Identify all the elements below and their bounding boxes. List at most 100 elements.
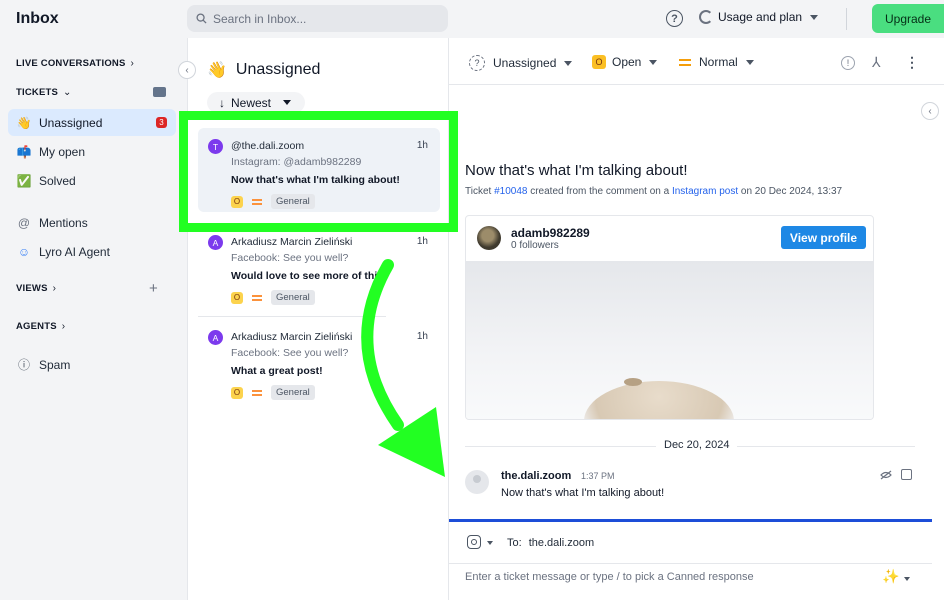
sidebar-live-conversations-label: LIVE CONVERSATIONS xyxy=(16,58,126,69)
avatar: A xyxy=(208,235,223,250)
priority-label: Normal xyxy=(699,55,738,69)
search-icon xyxy=(196,13,207,24)
chevron-right-icon: › xyxy=(61,321,66,332)
chevron-down-icon[interactable] xyxy=(487,541,493,545)
ticket-icon[interactable] xyxy=(153,87,166,97)
highlight-box xyxy=(179,111,458,232)
magic-wand-icon[interactable]: ✨ xyxy=(882,568,899,585)
merge-icon[interactable]: ⅄ xyxy=(872,54,881,71)
ticket-time: 1h xyxy=(416,236,428,247)
annotation-arrow xyxy=(361,259,445,477)
sidebar-item-label: My open xyxy=(39,144,86,159)
chevron-down-icon xyxy=(745,59,754,65)
status-dropdown[interactable]: O Open xyxy=(592,55,658,69)
open-external-icon[interactable] xyxy=(901,469,912,480)
list-title-text: Unassigned xyxy=(235,61,321,78)
unassigned-icon: ? xyxy=(469,55,485,71)
list-title: 👋 Unassigned xyxy=(207,60,320,80)
post-followers: 0 followers xyxy=(511,240,559,251)
ticket-id-link[interactable]: #10048 xyxy=(494,186,527,197)
chevron-down-icon[interactable] xyxy=(904,577,910,581)
instagram-post-link[interactable]: Instagram post xyxy=(672,186,738,197)
ticket-toolbar: ? Unassigned O Open Normal ! ⅄ ⋮ xyxy=(449,38,944,85)
chevron-down-icon xyxy=(564,60,573,66)
search-placeholder: Search in Inbox... xyxy=(213,11,307,26)
hide-icon[interactable] xyxy=(880,470,892,483)
robot-icon: ☺ xyxy=(17,244,31,259)
post-image xyxy=(466,261,873,419)
sidebar-live-conversations[interactable]: LIVE CONVERSATIONS › xyxy=(16,58,134,69)
view-profile-button[interactable]: View profile xyxy=(781,226,866,249)
collapse-sidebar-button[interactable]: ‹ xyxy=(178,61,196,79)
instagram-post-card: adamb982289 0 followers View profile xyxy=(465,215,874,420)
status-badge: O xyxy=(231,386,243,399)
ticket-message: What a great post! xyxy=(231,365,323,377)
to-label: To: xyxy=(507,537,522,549)
post-image-subject xyxy=(584,381,734,419)
ticket-tags: O General xyxy=(231,385,315,400)
to-value: the.dali.zoom xyxy=(528,537,595,549)
app-title: Inbox xyxy=(16,10,59,27)
avatar: A xyxy=(208,330,223,345)
message-author: the.dali.zoom xyxy=(501,470,572,482)
avatar xyxy=(465,470,489,494)
help-icon[interactable]: ? xyxy=(666,10,683,27)
sidebar-item-mentions[interactable]: @ Mentions xyxy=(8,209,176,236)
sidebar-agents[interactable]: AGENTS › xyxy=(16,321,65,332)
tag-badge: General xyxy=(271,385,315,400)
check-icon: ✅ xyxy=(16,173,32,188)
assignee-label: Unassigned xyxy=(493,56,557,70)
priority-normal-icon xyxy=(252,294,262,301)
add-view-icon[interactable]: + xyxy=(149,280,158,297)
priority-normal-icon xyxy=(252,389,262,396)
ticket-meta-middle: created from the comment on a xyxy=(527,186,672,197)
chevron-down-icon xyxy=(810,14,819,20)
message-input[interactable] xyxy=(465,571,865,583)
status-open-icon: O xyxy=(592,55,606,69)
info-icon[interactable]: ! xyxy=(841,56,855,70)
search-input[interactable]: Search in Inbox... xyxy=(187,5,448,32)
sidebar-item-my-open[interactable]: 📫 My open xyxy=(8,138,176,165)
usage-label: Usage and plan xyxy=(718,10,803,24)
sidebar-tickets-label: TICKETS xyxy=(16,87,59,98)
priority-normal-icon xyxy=(679,58,691,66)
sidebar-views[interactable]: VIEWS › xyxy=(16,283,56,294)
sidebar-item-lyro[interactable]: ☺ Lyro AI Agent xyxy=(8,238,176,265)
collapse-details-button[interactable]: ‹ xyxy=(921,102,939,120)
divider xyxy=(846,8,847,30)
sidebar-item-label: Mentions xyxy=(39,215,88,230)
chevron-down-icon xyxy=(649,59,658,65)
assignee-dropdown[interactable]: ? Unassigned xyxy=(469,55,573,71)
message-text: Now that's what I'm talking about! xyxy=(501,487,665,499)
priority-dropdown[interactable]: Normal xyxy=(679,55,754,69)
sidebar-item-label: Solved xyxy=(39,173,76,188)
sidebar-item-spam[interactable]: ⓘ Spam xyxy=(8,351,176,378)
ticket-meta: Ticket #10048 created from the comment o… xyxy=(465,186,842,197)
wave-icon: 👋 xyxy=(207,62,227,79)
wave-icon: 👋 xyxy=(16,115,32,130)
date-label: Dec 20, 2024 xyxy=(656,439,738,451)
chevron-down-icon: ⌄ xyxy=(63,87,72,98)
usage-and-plan-button[interactable]: Usage and plan xyxy=(699,10,819,24)
tag-badge: General xyxy=(271,290,315,305)
sidebar-tickets[interactable]: TICKETS ⌄ xyxy=(16,87,72,98)
chevron-right-icon: › xyxy=(130,58,135,69)
usage-icon xyxy=(699,10,713,24)
sort-dropdown[interactable]: ↓ Newest xyxy=(207,92,305,113)
instagram-icon[interactable] xyxy=(467,535,481,549)
at-icon: @ xyxy=(17,215,31,230)
reply-composer: To: the.dali.zoom ✨ xyxy=(449,519,932,600)
ticket-author: Arkadiusz Marcin Zieliński xyxy=(231,331,353,343)
spam-icon: ⓘ xyxy=(17,358,30,372)
ticket-source: Facebook: See you well? xyxy=(231,252,349,264)
sidebar-item-label: Unassigned xyxy=(39,115,103,130)
ticket-title: Now that's what I'm talking about! xyxy=(465,162,688,179)
sidebar-item-solved[interactable]: ✅ Solved xyxy=(8,167,176,194)
sidebar-agents-label: AGENTS xyxy=(16,321,57,332)
sidebar-item-label: Spam xyxy=(39,357,71,372)
upgrade-button[interactable]: Upgrade xyxy=(872,4,944,33)
mailbox-icon: 📫 xyxy=(16,144,32,159)
more-options-icon[interactable]: ⋮ xyxy=(905,54,919,71)
ticket-author: Arkadiusz Marcin Zieliński xyxy=(231,236,353,248)
sidebar-item-unassigned[interactable]: 👋 Unassigned 3 xyxy=(8,109,176,136)
